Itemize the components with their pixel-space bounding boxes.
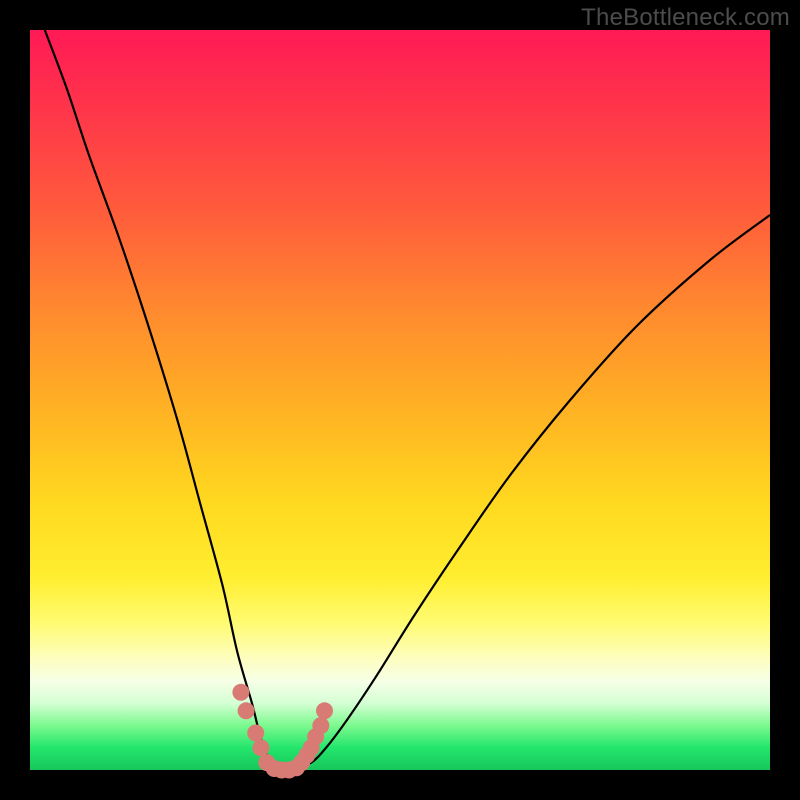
bottleneck-curve bbox=[45, 30, 770, 770]
sample-point bbox=[232, 684, 249, 701]
sample-point bbox=[312, 717, 329, 734]
curve-layer bbox=[30, 30, 770, 770]
plot-area bbox=[30, 30, 770, 770]
sample-point bbox=[238, 702, 255, 719]
sample-points bbox=[232, 684, 333, 779]
sample-point bbox=[316, 702, 333, 719]
sample-point bbox=[252, 739, 269, 756]
sample-point bbox=[247, 725, 264, 742]
watermark-text: TheBottleneck.com bbox=[581, 4, 790, 32]
chart-frame: TheBottleneck.com bbox=[0, 0, 800, 800]
